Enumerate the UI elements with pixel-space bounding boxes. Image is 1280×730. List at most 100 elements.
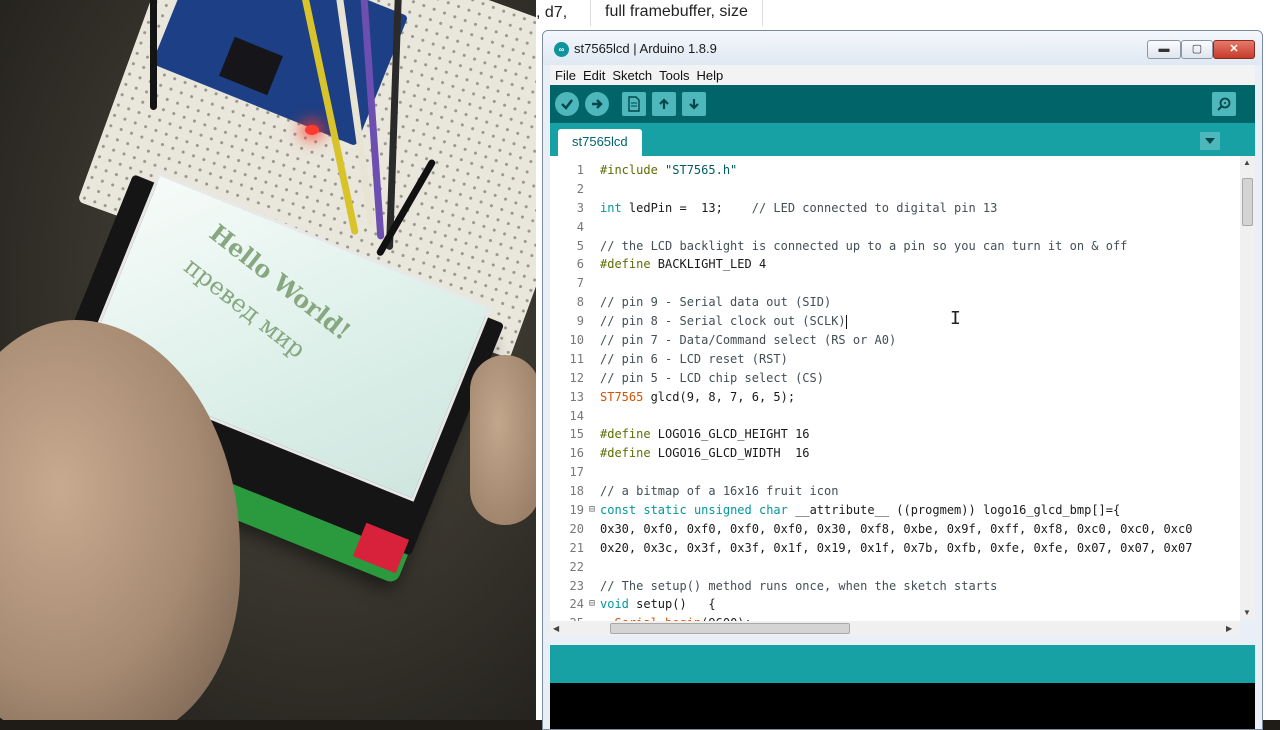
code-line[interactable]: 10 // pin 7 - Data/Command select (RS or … <box>550 331 1240 350</box>
code-text: #include "ST7565.h" <box>600 163 738 177</box>
toolbar <box>550 85 1255 123</box>
thumb <box>470 355 536 525</box>
tab-menu-button[interactable] <box>1200 132 1220 150</box>
code-line[interactable]: 18 // a bitmap of a 16x16 fruit icon <box>550 482 1240 501</box>
vertical-scroll-thumb[interactable] <box>1242 178 1253 226</box>
code-line[interactable]: 23 // The setup() method runs once, when … <box>550 577 1240 596</box>
code-line[interactable]: 25 Serial.begin(9600); <box>550 614 1240 621</box>
save-icon <box>689 99 699 110</box>
fold-toggle-icon[interactable]: ⊟ <box>584 595 600 614</box>
verify-button[interactable] <box>555 92 579 116</box>
code-line[interactable]: 4 <box>550 218 1240 237</box>
horizontal-scrollbar[interactable]: ◀ ▶ <box>550 621 1240 636</box>
line-number: 18 <box>569 484 584 499</box>
code-line[interactable]: 2 <box>550 180 1240 199</box>
arduino-window: ∞ st7565lcd | Arduino 1.8.9 ▬ ▢ ✕ File E… <box>542 30 1263 730</box>
upload-icon <box>592 99 603 109</box>
line-number: 15 <box>569 427 584 442</box>
menu-tools[interactable]: Tools <box>659 68 689 83</box>
code-line[interactable]: 21 0x20, 0x3c, 0x3f, 0x3f, 0x1f, 0x19, 0x… <box>550 539 1240 558</box>
upload-button[interactable] <box>585 92 609 116</box>
camera-photo: Hello World! превед мир <box>0 0 536 720</box>
menu-help[interactable]: Help <box>696 68 723 83</box>
minimize-button[interactable]: ▬ <box>1147 40 1181 59</box>
line-number: 4 <box>576 219 584 234</box>
scroll-right-icon[interactable]: ▶ <box>1226 624 1232 633</box>
title-bar[interactable]: ∞ st7565lcd | Arduino 1.8.9 ▬ ▢ ✕ <box>543 31 1262 65</box>
code-line[interactable]: 5 // the LCD backlight is connected up to… <box>550 237 1240 256</box>
code-text: #define LOGO16_GLCD_HEIGHT 16 <box>600 427 810 442</box>
power-led <box>305 125 319 135</box>
code-text: // The setup() method runs once, when th… <box>600 578 998 593</box>
code-line[interactable]: 22 <box>550 558 1240 577</box>
console-output <box>550 683 1255 729</box>
code-line[interactable]: 1 #include "ST7565.h" <box>550 161 1240 180</box>
code-line[interactable]: 11 // pin 6 - LCD reset (RST) <box>550 350 1240 369</box>
vertical-scrollbar[interactable]: ▲ ▼ <box>1240 156 1255 621</box>
menu-file[interactable]: File <box>555 68 576 83</box>
code-line[interactable]: 3 int ledPin = 13; // LED connected to di… <box>550 199 1240 218</box>
close-button[interactable]: ✕ <box>1213 40 1255 59</box>
line-number: 9 <box>576 314 584 329</box>
code-text: // a bitmap of a 16x16 fruit icon <box>600 484 839 499</box>
line-number: 25 <box>550 614 584 621</box>
code-line[interactable]: 20 0x30, 0xf0, 0xf0, 0xf0, 0xf0, 0x30, 0x… <box>550 520 1240 539</box>
scroll-left-icon[interactable]: ◀ <box>553 624 559 633</box>
scroll-down-icon[interactable]: ▼ <box>1243 608 1251 617</box>
code-line[interactable]: 15 #define LOGO16_GLCD_HEIGHT 16 <box>550 425 1240 444</box>
open-button[interactable] <box>652 92 676 116</box>
scroll-up-icon[interactable]: ▲ <box>1243 158 1251 167</box>
code-text: Serial.begin(9600); <box>600 614 751 621</box>
code-area[interactable]: 1 #include "ST7565.h" 2 3 int ledPin = 13; /… <box>550 161 1240 621</box>
wire-black-left <box>150 0 157 110</box>
code-text: // pin 7 - Data/Command select (RS or A0… <box>600 333 897 348</box>
code-text: #define BACKLIGHT_LED 4 <box>600 257 767 272</box>
code-line[interactable]: 8 // pin 9 - Serial data out (SID) <box>550 293 1240 312</box>
menu-sketch[interactable]: Sketch <box>612 68 652 83</box>
new-button[interactable] <box>622 92 646 116</box>
line-number: 7 <box>576 276 584 291</box>
code-line[interactable]: 9 // pin 8 - Serial clock out (SCLK) <box>550 312 1240 331</box>
code-text: const static unsigned char __attribute__… <box>600 503 1121 518</box>
code-line[interactable]: 7 <box>550 274 1240 293</box>
fold-toggle-icon[interactable]: ⊟ <box>584 501 600 520</box>
code-line[interactable]: 16 #define LOGO16_GLCD_WIDTH 16 <box>550 444 1240 463</box>
save-button[interactable] <box>682 92 706 116</box>
code-text: // pin 9 - Serial data out (SID) <box>600 295 832 310</box>
tab-bar: st7565lcd <box>550 123 1255 156</box>
horizontal-scroll-thumb[interactable] <box>610 623 850 634</box>
code-line[interactable]: 12 // pin 5 - LCD chip select (CS) <box>550 369 1240 388</box>
maximize-button[interactable]: ▢ <box>1181 40 1213 59</box>
menu-bar: File Edit Sketch Tools Help <box>550 65 1255 85</box>
background-text-tab: full framebuffer, size <box>590 0 763 26</box>
code-line[interactable]: 17 <box>550 463 1240 482</box>
line-number: 13 <box>569 389 584 404</box>
open-icon <box>659 98 669 109</box>
code-line[interactable]: 13 ST7565 glcd(9, 8, 7, 6, 5); <box>550 388 1240 407</box>
code-text: 0x20, 0x3c, 0x3f, 0x3f, 0x1f, 0x19, 0x1f… <box>600 540 1193 555</box>
code-line[interactable]: 14 <box>550 407 1240 426</box>
code-editor[interactable]: 1 #include "ST7565.h" 2 3 int ledPin = 13; /… <box>550 156 1255 621</box>
arduino-logo-icon: ∞ <box>554 42 569 57</box>
code-text: #define LOGO16_GLCD_WIDTH 16 <box>600 446 810 461</box>
tab-st7565lcd[interactable]: st7565lcd <box>558 129 642 156</box>
code-line[interactable]: 6 #define BACKLIGHT_LED 4 <box>550 255 1240 274</box>
window-title: st7565lcd | Arduino 1.8.9 <box>574 41 717 56</box>
serial-monitor-button[interactable] <box>1212 92 1236 116</box>
line-number: 24 <box>569 597 584 612</box>
code-line[interactable]: 24 ⊟ void setup() { <box>550 595 1240 614</box>
code-line[interactable]: 19 ⊟ const static unsigned char __attribut… <box>550 501 1240 520</box>
menu-edit[interactable]: Edit <box>583 68 605 83</box>
